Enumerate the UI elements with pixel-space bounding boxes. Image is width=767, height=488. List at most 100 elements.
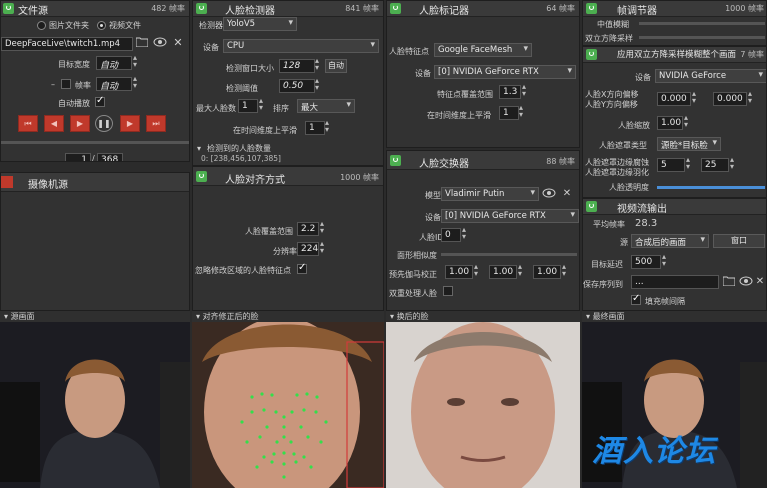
- resolution-input[interactable]: 224: [297, 242, 319, 256]
- temporal-smoothing-input[interactable]: 1: [499, 106, 519, 120]
- offset-y-spinner[interactable]: [748, 89, 756, 106]
- fps-input[interactable]: 自动: [96, 77, 132, 91]
- face-coverage-spinner[interactable]: [320, 219, 328, 236]
- next-frame-button[interactable]: ▶: [120, 115, 140, 132]
- median-blur-slider[interactable]: [639, 22, 765, 25]
- gamma-blue-input[interactable]: 1.00: [533, 265, 561, 279]
- power-icon[interactable]: [3, 3, 14, 14]
- gamma-red-input[interactable]: 1.00: [445, 265, 473, 279]
- degrade-bicubic-label: 双立方降采样: [585, 34, 633, 43]
- target-width-spinner[interactable]: [133, 53, 141, 70]
- source-select[interactable]: 合成后的画面: [631, 234, 709, 248]
- window-size-input[interactable]: 128: [279, 59, 315, 73]
- power-icon[interactable]: [586, 201, 597, 212]
- device-select[interactable]: [0] NVIDIA GeForce RTX: [441, 209, 579, 223]
- model-select[interactable]: Vladimir Putin: [441, 187, 539, 201]
- face-scale-spinner[interactable]: [684, 113, 692, 130]
- radio-video-file[interactable]: [97, 21, 106, 30]
- gamma-green-spinner[interactable]: [518, 262, 526, 279]
- mask-erode-spinner[interactable]: [686, 155, 694, 172]
- target-width-input[interactable]: 自动: [96, 56, 132, 70]
- chevron-down-icon[interactable]: ▾: [197, 144, 201, 153]
- window-size-spinner[interactable]: [315, 56, 323, 73]
- power-icon[interactable]: [1, 176, 13, 188]
- two-pass-checkbox[interactable]: [443, 286, 453, 296]
- close-icon[interactable]: ✕: [560, 188, 574, 200]
- offset-x-spinner[interactable]: [692, 89, 700, 106]
- temporal-smoothing-spinner[interactable]: [519, 103, 527, 120]
- resolution-spinner[interactable]: [320, 239, 328, 256]
- presharpen-slider[interactable]: [441, 253, 577, 256]
- fps-label: 帧率: [75, 81, 91, 90]
- eye-icon[interactable]: [152, 37, 168, 51]
- radio-image-folder[interactable]: [37, 21, 46, 30]
- power-icon[interactable]: [390, 3, 401, 14]
- device-select[interactable]: NVIDIA GeForce: [655, 69, 766, 83]
- power-icon[interactable]: [196, 171, 207, 182]
- exclude-moving-parts-checkbox[interactable]: [297, 262, 307, 274]
- temporal-smoothing-input[interactable]: 1: [305, 121, 325, 135]
- power-icon[interactable]: [586, 49, 597, 60]
- marker-range-spinner[interactable]: [522, 82, 530, 99]
- max-faces-spinner[interactable]: [259, 96, 267, 113]
- face-id-input[interactable]: 0: [441, 228, 461, 242]
- face-id-label: 人脸ID: [419, 233, 444, 242]
- frame-total: 368: [97, 153, 123, 161]
- face-scale-input[interactable]: 1.00: [657, 116, 683, 130]
- eye-icon[interactable]: [738, 276, 754, 288]
- marker-range-input[interactable]: 1.3: [499, 85, 521, 99]
- fill-frame-gap-checkbox[interactable]: [631, 293, 641, 305]
- frame-current-input[interactable]: 1: [65, 153, 91, 161]
- folder-icon[interactable]: [722, 276, 736, 288]
- panel-title: 应用双立方降采样模糊整个画面: [617, 50, 737, 60]
- sort-label: 排序: [273, 104, 289, 113]
- degrade-bicubic-slider[interactable]: [639, 36, 765, 39]
- eye-icon[interactable]: [541, 188, 557, 200]
- threshold-input[interactable]: 0.50: [279, 79, 315, 93]
- mask-erode-input[interactable]: 5: [657, 158, 685, 172]
- folder-icon[interactable]: [135, 37, 149, 51]
- device-select[interactable]: CPU: [223, 39, 379, 53]
- power-icon[interactable]: [390, 155, 401, 166]
- gamma-green-input[interactable]: 1.00: [489, 265, 517, 279]
- mask-type-select[interactable]: 源脸*目标脸: [657, 137, 721, 151]
- window-button[interactable]: 窗口: [713, 234, 765, 248]
- marker-type-select[interactable]: Google FaceMesh: [434, 43, 532, 57]
- mask-blur-input[interactable]: 25: [701, 158, 729, 172]
- target-delay-spinner[interactable]: [662, 252, 670, 269]
- mask-blur-spinner[interactable]: [730, 155, 738, 172]
- offset-x-input[interactable]: 0.000: [657, 92, 691, 106]
- play-button[interactable]: ▶: [70, 115, 90, 132]
- max-faces-input[interactable]: 1: [238, 99, 258, 113]
- power-icon[interactable]: [196, 3, 207, 14]
- first-frame-button[interactable]: ⏮: [18, 115, 38, 132]
- face-coverage-input[interactable]: 2.2: [297, 222, 319, 236]
- close-icon[interactable]: ✕: [171, 37, 185, 51]
- timeline-slider[interactable]: [1, 141, 189, 144]
- face-id-spinner[interactable]: [462, 225, 470, 242]
- view-title-text: 对齐修正后的脸: [202, 312, 259, 321]
- save-sequence-input[interactable]: ...: [631, 275, 719, 289]
- target-delay-input[interactable]: 500: [631, 255, 661, 269]
- auto-button[interactable]: 自动: [325, 59, 347, 73]
- auto-play-checkbox[interactable]: [95, 95, 105, 107]
- gamma-blue-spinner[interactable]: [562, 262, 570, 279]
- fps-spinner[interactable]: [133, 74, 141, 91]
- detector-select[interactable]: YoloV5: [223, 17, 297, 31]
- pause-icon[interactable]: ❚❚: [95, 115, 113, 132]
- panel-title: 人脸标记器: [419, 6, 469, 17]
- last-frame-button[interactable]: ⏭: [146, 115, 166, 132]
- threshold-spinner[interactable]: [315, 76, 323, 93]
- device-select[interactable]: [0] NVIDIA GeForce RTX: [434, 65, 576, 79]
- gamma-red-spinner[interactable]: [474, 262, 482, 279]
- prev-frame-button[interactable]: ◀: [44, 115, 64, 132]
- frame-adjuster-header: 帧调节器 1000 帧率: [583, 1, 766, 17]
- offset-y-input[interactable]: 0.000: [713, 92, 747, 106]
- temporal-smoothing-spinner[interactable]: [325, 118, 333, 135]
- sort-select[interactable]: 最大: [297, 99, 355, 113]
- close-icon[interactable]: ✕: [754, 276, 766, 288]
- fps-checkbox[interactable]: [61, 79, 71, 89]
- power-icon[interactable]: [586, 3, 597, 14]
- face-opacity-slider[interactable]: [657, 186, 765, 189]
- file-path-input[interactable]: DeepFaceLive\twitch1.mp4: [1, 37, 133, 51]
